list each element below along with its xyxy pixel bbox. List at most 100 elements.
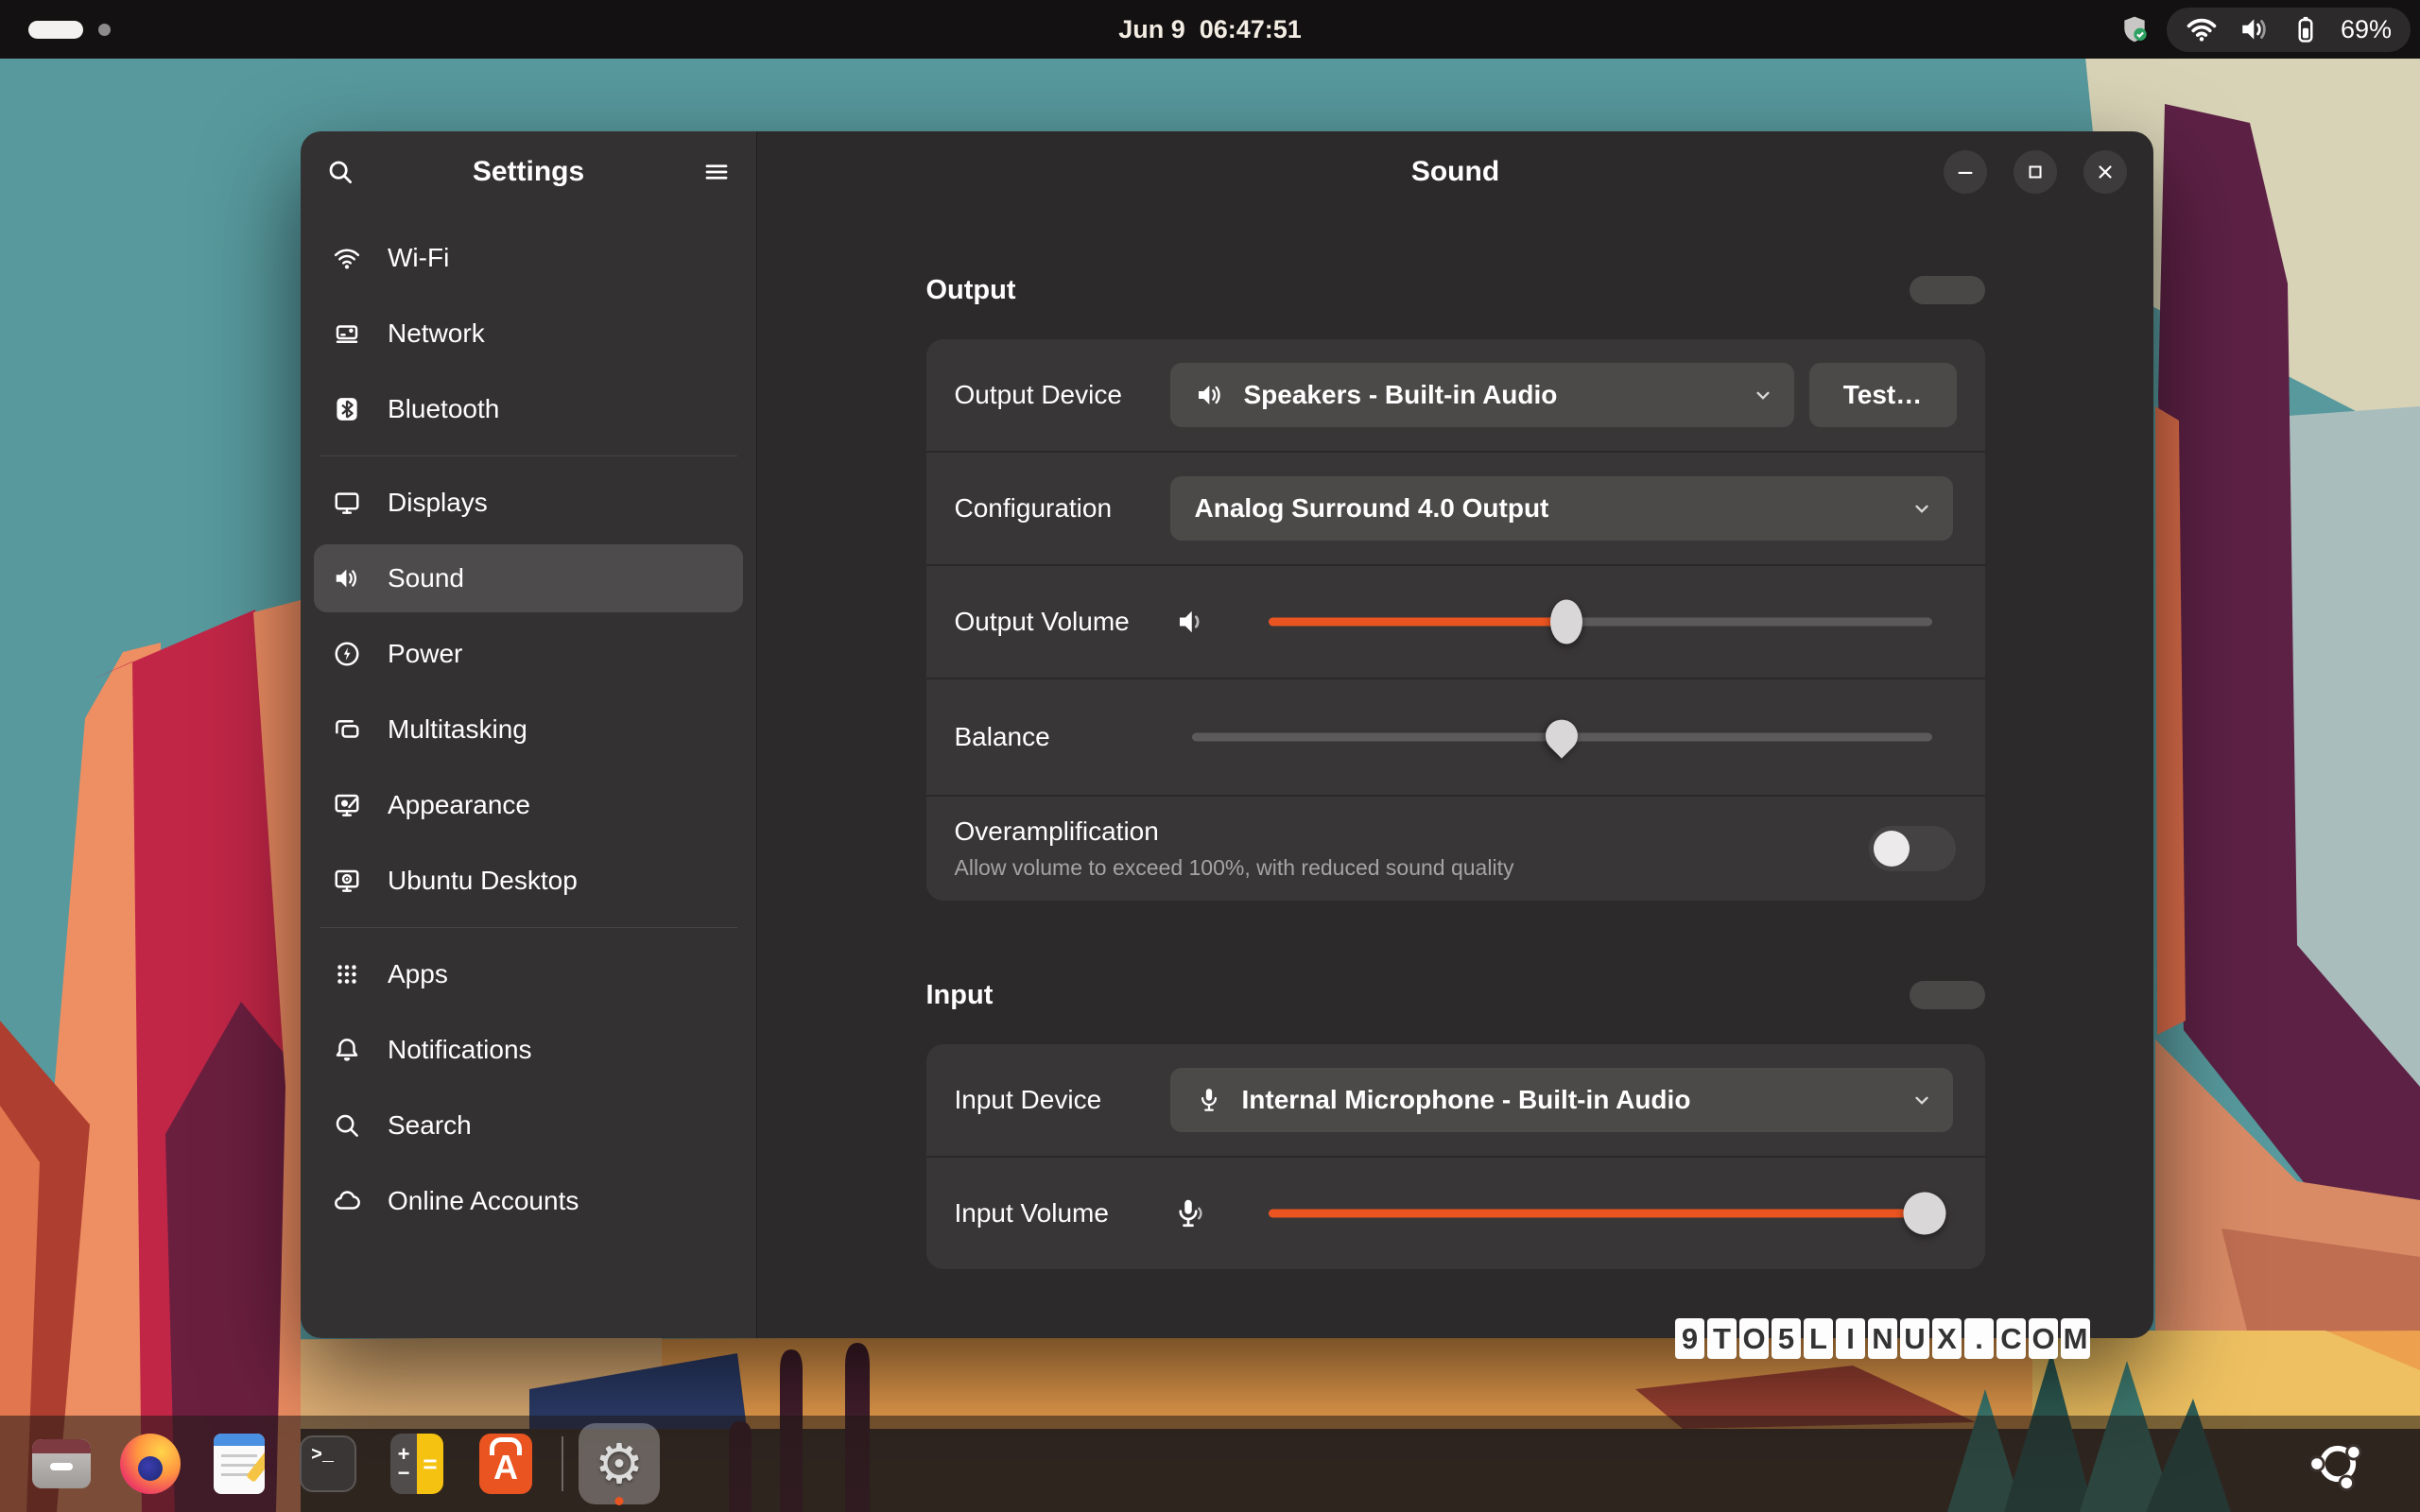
watermark-letter: L [1804,1318,1833,1359]
input-volume-handle[interactable] [1904,1193,1946,1235]
sidebar-item-multitasking[interactable]: Multitasking [314,696,743,764]
watermark-letter: X [1932,1318,1962,1359]
ubuntu-software-icon: A [479,1434,532,1494]
workspace-active-pill[interactable] [28,21,83,39]
shield-icon [2119,14,2150,44]
terminal-icon: >_ [300,1435,356,1492]
watermark-letter: . [1964,1318,1994,1359]
sidebar-list: Wi-Fi Network Bluetooth [301,213,756,1243]
output-device-dropdown[interactable]: Speakers - Built-in Audio [1170,363,1794,427]
multitasking-icon [331,715,363,744]
microphone-sensitivity-icon [1174,1196,1208,1230]
sidebar-item-displays[interactable]: Displays [314,469,743,537]
sidebar-item-power[interactable]: Power [314,620,743,688]
dock-item-terminal[interactable]: >_ [287,1423,369,1504]
sidebar-item-search[interactable]: Search [314,1091,743,1160]
input-section-title: Input [926,980,994,1011]
slider-track[interactable] [1269,618,1932,627]
watermark-letter: O [1739,1318,1769,1359]
main-menu-button[interactable] [692,147,741,197]
watermark-letter: C [1996,1318,2026,1359]
workspace-indicator[interactable] [28,0,111,59]
close-button[interactable] [2083,150,2127,194]
pane-header: Sound [757,131,2153,213]
watermark-letter: N [1868,1318,1897,1359]
sound-pane: Sound Output Output De [757,131,2153,1338]
overamplification-toggle[interactable] [1869,826,1956,871]
watermark-letter: 5 [1772,1318,1801,1359]
dock-item-firefox[interactable] [110,1423,191,1504]
input-volume-label: Input Volume [955,1198,1109,1228]
input-volume-row: Input Volume [926,1158,1985,1269]
dock-item-calculator[interactable]: +−= [376,1423,458,1504]
sidebar-divider [320,927,737,928]
sidebar-item-label: Network [388,318,485,349]
battery-icon [2291,13,2320,45]
toggle-knob [1874,831,1910,867]
chevron-down-icon [1910,496,1934,521]
settings-sidebar: Settings Wi-Fi [301,131,757,1338]
sidebar-item-label: Apps [388,959,448,989]
window-controls [1944,150,2127,194]
dock-item-text-editor[interactable] [199,1423,280,1504]
sidebar-title: Settings [473,156,584,188]
overamplification-row: Overamplification Allow volume to exceed… [926,797,1985,901]
sidebar-item-label: Ubuntu Desktop [388,866,578,896]
watermark-letter: T [1707,1318,1737,1359]
output-volume-handle[interactable] [1550,600,1582,644]
sidebar-item-sound[interactable]: Sound [314,544,743,612]
cloud-icon [331,1187,363,1215]
microphone-icon [1195,1086,1223,1114]
system-status-menu[interactable]: 69% [2167,8,2411,52]
input-device-dropdown[interactable]: Internal Microphone - Built-in Audio [1170,1068,1953,1132]
search-icon [331,1111,363,1140]
sidebar-item-bluetooth[interactable]: Bluetooth [314,375,743,443]
configuration-dropdown[interactable]: Analog Surround 4.0 Output [1170,476,1953,541]
sidebar-item-label: Bluetooth [388,394,499,424]
dock-item-files[interactable] [21,1423,102,1504]
output-volume-slider[interactable] [1269,566,1932,678]
sidebar-item-notifications[interactable]: Notifications [314,1016,743,1084]
watermark-letter: I [1836,1318,1865,1359]
input-volume-slider[interactable] [1269,1158,1932,1269]
sidebar-item-appearance[interactable]: Appearance [314,771,743,839]
sidebar-item-label: Notifications [388,1035,532,1065]
balance-handle[interactable] [1539,713,1584,759]
balance-slider[interactable] [1192,679,1932,795]
input-level-meter [1910,981,1985,1009]
configuration-row: Configuration Analog Surround 4.0 Output [926,453,1985,564]
bluetooth-icon [331,395,363,423]
sidebar-item-ubuntu-desktop[interactable]: Ubuntu Desktop [314,847,743,915]
clock-menu[interactable]: Jun 9 06:47:51 [1118,0,1302,59]
page-title: Sound [1411,156,1499,188]
displays-icon [331,489,363,517]
watermark-letter: U [1900,1318,1929,1359]
show-apps-button[interactable] [2297,1423,2378,1504]
test-speakers-button[interactable]: Test… [1809,363,1957,427]
workspace-dot[interactable] [98,24,111,36]
input-device-value: Internal Microphone - Built-in Audio [1242,1085,1691,1115]
configuration-label: Configuration [955,493,1113,524]
sidebar-item-wifi[interactable]: Wi-Fi [314,224,743,292]
top-bar: Jun 9 06:47:51 [0,0,2420,59]
search-button[interactable] [316,147,365,197]
dock-item-ubuntu-software[interactable]: A [465,1423,546,1504]
watermark-letter: M [2061,1318,2090,1359]
sidebar-item-label: Search [388,1110,472,1141]
network-icon [331,319,363,348]
maximize-button[interactable] [2014,150,2057,194]
sidebar-item-network[interactable]: Network [314,300,743,368]
balance-row: Balance [926,679,1985,795]
slider-track[interactable] [1269,1210,1932,1218]
output-level-meter [1910,276,1985,304]
dock-item-settings[interactable]: ⚙ [579,1423,660,1504]
sidebar-item-label: Displays [388,488,488,518]
sound-settings-content: Output Output Device Speakers - Built-in… [926,213,1985,1338]
volume-icon [2238,13,2271,45]
overamplification-description: Allow volume to exceed 100%, with reduce… [955,855,1514,881]
sidebar-item-apps[interactable]: Apps [314,940,743,1008]
sidebar-item-online-accounts[interactable]: Online Accounts [314,1167,743,1235]
sound-icon [331,564,363,593]
running-indicator-dot [615,1497,624,1505]
minimize-button[interactable] [1944,150,1987,194]
